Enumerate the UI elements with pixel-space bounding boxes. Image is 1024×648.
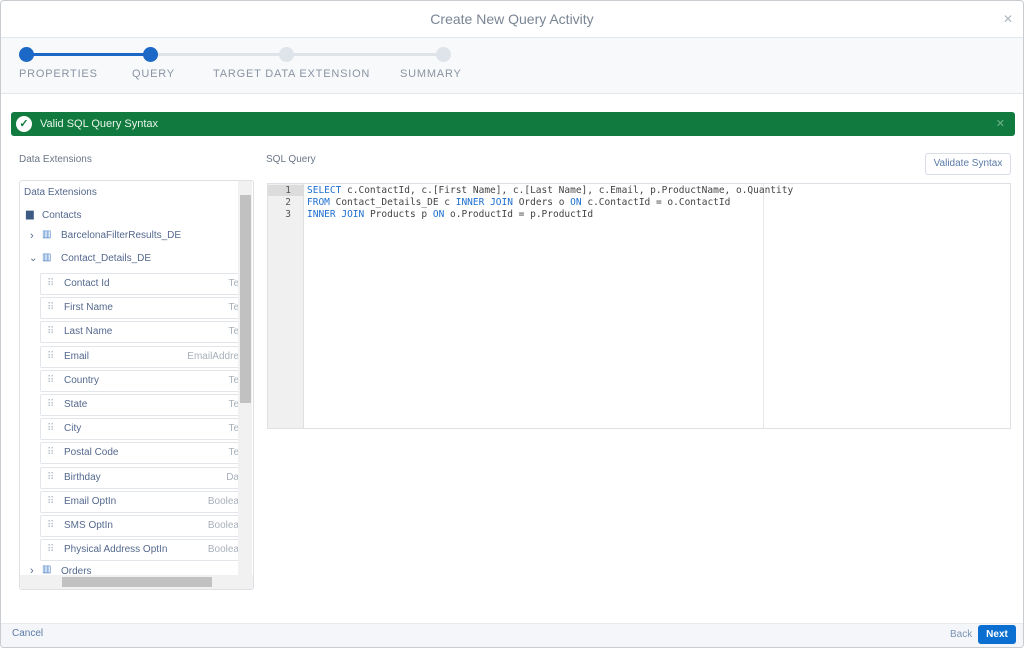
field-row[interactable]: ⠿ First Name Te	[40, 297, 240, 320]
progress-stepper: PROPERTIES QUERY TARGET DATA EXTENSION S…	[1, 38, 1023, 94]
field-name: First Name	[64, 302, 113, 314]
step-label-summary: SUMMARY	[400, 68, 462, 80]
modal-footer: Cancel Back Next	[1, 623, 1023, 647]
sql-editor[interactable]: 1 2 3 SELECT c.ContactId, c.[First Name]…	[267, 183, 1011, 429]
field-row[interactable]: ⠿ Email OptIn Boolea	[40, 490, 240, 513]
field-row[interactable]: ⠿ Email EmailAddre	[40, 345, 240, 368]
drag-handle-icon[interactable]: ⠿	[47, 322, 54, 342]
chevron-right-icon[interactable]: ›	[30, 230, 34, 242]
step-label-query[interactable]: QUERY	[132, 68, 175, 80]
data-extension-tree: Data Extensions ▆ Contacts › ▥ Barcelona…	[19, 180, 254, 590]
field-row[interactable]: ⠿ Last Name Te	[40, 321, 240, 344]
line-number: 3	[285, 209, 291, 220]
drag-handle-icon[interactable]: ⠿	[47, 443, 54, 463]
drag-handle-icon[interactable]: ⠿	[47, 419, 54, 439]
scroll-thumb[interactable]	[62, 577, 212, 587]
field-name: Physical Address OptIn	[64, 544, 168, 556]
drag-handle-icon[interactable]: ⠿	[47, 395, 54, 415]
drag-handle-icon[interactable]: ⠿	[47, 347, 54, 367]
field-name: Country	[64, 374, 100, 386]
field-name: SMS OptIn	[64, 520, 113, 531]
field-type: EmailAddre	[187, 350, 239, 362]
modal-title: Create New Query Activity	[430, 11, 594, 27]
drag-handle-icon[interactable]: ⠿	[47, 516, 54, 536]
vertical-scrollbar[interactable]	[238, 181, 252, 575]
field-row[interactable]: ⠿ Country Te	[40, 369, 240, 392]
validate-syntax-button[interactable]: Validate Syntax	[925, 153, 1011, 175]
code-line: SELECT c.ContactId, c.[First Name], c.[L…	[307, 185, 794, 196]
table-icon: ▥	[42, 229, 52, 240]
drag-handle-icon[interactable]: ⠿	[47, 492, 54, 512]
field-type: Boolea	[207, 520, 239, 531]
tree-item-barcelona[interactable]: BarcelonaFilterResults_DE	[61, 230, 181, 241]
close-icon[interactable]: ✕	[1003, 1, 1013, 37]
step-dot-properties[interactable]	[19, 47, 34, 62]
step-dot-target	[279, 47, 294, 62]
step-dot-summary	[436, 47, 451, 62]
horizontal-scrollbar[interactable]	[20, 575, 253, 589]
drag-handle-icon[interactable]: ⠿	[47, 274, 54, 294]
drag-handle-icon[interactable]: ⠿	[47, 371, 54, 391]
banner-message: Valid SQL Query Syntax	[40, 118, 158, 130]
chevron-down-icon[interactable]: ⌄	[29, 253, 37, 264]
close-icon[interactable]: ✕	[996, 112, 1005, 136]
drag-handle-icon[interactable]: ⠿	[47, 540, 54, 560]
field-type: Boolea	[207, 495, 239, 507]
sql-query-label: SQL Query	[266, 154, 316, 165]
field-name: State	[64, 399, 88, 410]
field-row[interactable]: ⠿ Postal Code Te	[40, 442, 240, 465]
step-dot-query[interactable]	[143, 47, 158, 62]
field-row[interactable]: ⠿ Physical Address OptIn Boolea	[40, 539, 240, 562]
drag-handle-icon[interactable]: ⠿	[47, 298, 54, 318]
line-number: 2	[285, 197, 291, 208]
tree-item-contact-details[interactable]: Contact_Details_DE	[61, 253, 151, 264]
next-button[interactable]: Next	[978, 625, 1016, 644]
progress-line-complete	[26, 53, 151, 56]
field-name: Email	[64, 350, 90, 362]
field-name: Postal Code	[64, 447, 119, 459]
field-row[interactable]: ⠿ Birthday Da	[40, 466, 240, 489]
field-name: Email OptIn	[64, 495, 117, 507]
check-circle-icon: ✓	[16, 116, 32, 132]
field-row[interactable]: ⠿ Contact Id Te	[40, 273, 240, 295]
tree-header: Data Extensions	[24, 187, 97, 198]
field-row[interactable]: ⠿ State Te	[40, 394, 240, 416]
folder-contacts[interactable]: Contacts	[42, 210, 81, 221]
table-icon: ▥	[42, 564, 52, 575]
data-extensions-label: Data Extensions	[19, 154, 92, 165]
field-type: Boolea	[207, 544, 239, 556]
field-name: Contact Id	[64, 278, 110, 289]
field-name: Last Name	[64, 326, 113, 338]
cancel-button[interactable]: Cancel	[12, 628, 43, 639]
progress-line-pending	[151, 53, 443, 56]
print-margin	[763, 184, 764, 428]
code-line: FROM Contact_Details_DE c INNER JOIN Ord…	[307, 197, 731, 208]
field-row[interactable]: ⠿ SMS OptIn Boolea	[40, 515, 240, 537]
table-icon: ▥	[42, 252, 52, 263]
folder-icon: ▆	[26, 209, 34, 220]
line-gutter: 1 2 3	[268, 184, 304, 428]
code-line: INNER JOIN Products p ON o.ProductId = p…	[307, 209, 594, 220]
modal: Create New Query Activity ✕ PROPERTIES Q…	[0, 0, 1024, 648]
field-name: Birthday	[64, 471, 101, 483]
step-label-properties[interactable]: PROPERTIES	[19, 68, 98, 80]
line-number: 1	[285, 185, 291, 196]
back-button[interactable]: Back	[950, 629, 972, 640]
field-name: City	[64, 423, 82, 435]
success-banner: ✓ Valid SQL Query Syntax ✕	[11, 112, 1015, 136]
step-label-target: TARGET DATA EXTENSION	[213, 68, 371, 80]
modal-header: Create New Query Activity ✕	[1, 1, 1023, 38]
scroll-thumb[interactable]	[240, 195, 251, 403]
field-row[interactable]: ⠿ City Te	[40, 418, 240, 441]
drag-handle-icon[interactable]: ⠿	[47, 468, 54, 488]
